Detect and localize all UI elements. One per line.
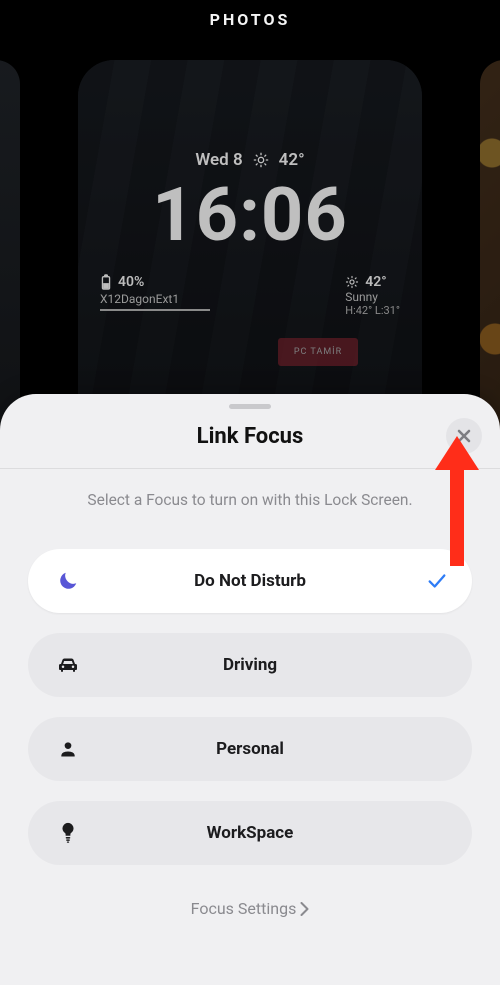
lockscreen-date: Wed 8 <box>195 150 242 170</box>
chevron-right-icon <box>300 902 309 916</box>
background-sign: PC TAMİR <box>278 338 358 366</box>
lightbulb-icon <box>54 822 82 844</box>
check-icon <box>426 570 448 592</box>
battery-widget: 40% X12DagonExt1 <box>100 274 210 317</box>
focus-label: Do Not Disturb <box>82 571 446 591</box>
lockscreen-date-row: Wed 8 42° <box>78 150 422 170</box>
focus-settings-label: Focus Settings <box>191 899 297 918</box>
sheet-subtitle: Select a Focus to turn on with this Lock… <box>28 491 472 509</box>
sun-icon <box>253 152 269 168</box>
wifi-name: X12DagonExt1 <box>100 292 210 311</box>
focus-label: WorkSpace <box>82 823 446 843</box>
link-focus-sheet: Link Focus Select a Focus to turn on wit… <box>0 394 500 985</box>
focus-label: Driving <box>82 655 446 675</box>
battery-icon <box>100 274 112 290</box>
close-button[interactable] <box>446 418 482 454</box>
lockscreen-time: 16:06 <box>78 172 422 259</box>
weather-hilo: H:42° L:31° <box>345 304 400 317</box>
focus-item-driving[interactable]: Driving <box>28 633 472 697</box>
person-icon <box>54 739 82 759</box>
focus-item-do-not-disturb[interactable]: Do Not Disturb <box>28 549 472 613</box>
close-icon <box>457 429 471 443</box>
focus-label: Personal <box>82 739 446 759</box>
focus-item-workspace[interactable]: WorkSpace <box>28 801 472 865</box>
battery-percent: 40% <box>118 274 144 290</box>
sheet-header: Link Focus <box>0 408 500 464</box>
lockscreen-temp: 42° <box>279 150 305 170</box>
lockscreen-widgets: 40% X12DagonExt1 42° Sunny H:42° L:31° <box>78 274 422 317</box>
gallery-title: PHOTOS <box>0 10 500 29</box>
weather-temp: 42° <box>365 274 386 290</box>
moon-icon <box>54 570 82 592</box>
weather-condition: Sunny <box>345 290 400 304</box>
focus-settings-link[interactable]: Focus Settings <box>28 899 472 918</box>
weather-widget: 42° Sunny H:42° L:31° <box>345 274 400 317</box>
focus-list: Do Not Disturb Driving Personal <box>28 549 472 865</box>
car-icon <box>54 653 82 677</box>
sun-small-icon <box>345 275 359 289</box>
sheet-title: Link Focus <box>197 424 304 449</box>
focus-item-personal[interactable]: Personal <box>28 717 472 781</box>
